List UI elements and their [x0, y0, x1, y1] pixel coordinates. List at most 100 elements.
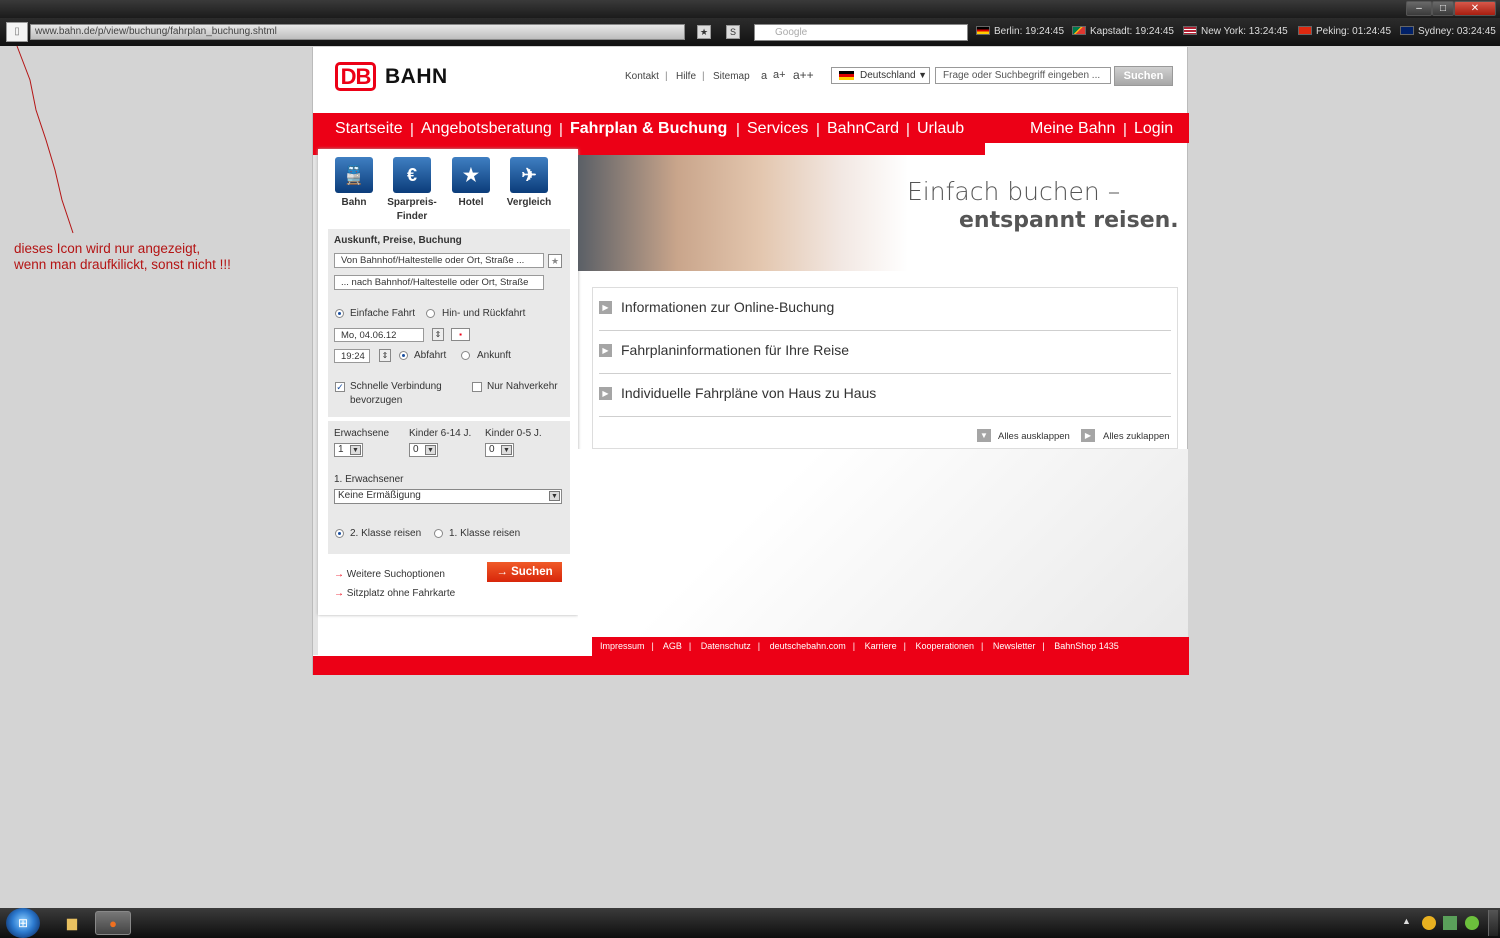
time-input[interactable]: 19:24 — [334, 349, 370, 363]
expand-arrow-icon: ▶ — [599, 387, 612, 400]
bahn-wordmark[interactable]: BAHN — [385, 65, 448, 89]
fast-connection-label-2: bevorzugen — [350, 395, 403, 406]
nav-bahncard[interactable]: BahnCard — [827, 120, 899, 138]
arrival-radio[interactable] — [461, 351, 470, 360]
accordion-item[interactable]: ▶ Fahrplaninformationen für Ihre Reise — [599, 331, 1171, 374]
clock-sydney: Sydney: 03:24:45 — [1400, 26, 1496, 37]
from-input[interactable]: Von Bahnhof/Haltestelle oder Ort, Straße… — [334, 253, 544, 268]
expand-all-link[interactable]: Alles ausklappen — [998, 431, 1070, 442]
minimize-button[interactable]: – — [1406, 1, 1432, 16]
trip-return-radio[interactable] — [426, 309, 435, 318]
discount-select[interactable]: Keine Ermäßigung ▼ — [334, 489, 562, 504]
expand-arrow-icon: ▶ — [599, 344, 612, 357]
url-bar[interactable]: www.bahn.de/p/view/buchung/fahrplan_buch… — [30, 24, 685, 40]
db-logo[interactable]: DB — [335, 62, 376, 91]
booking-search-button[interactable]: → Suchen — [487, 562, 562, 582]
tray-expand-icon[interactable]: ▲ — [1402, 916, 1411, 926]
local-only-checkbox[interactable] — [472, 382, 482, 392]
meta-link-hilfe[interactable]: Hilfe — [676, 71, 696, 82]
firefox-taskbar-icon[interactable]: ● — [95, 911, 131, 935]
product-vergleich[interactable]: ✈ Vergleich — [500, 157, 558, 210]
product-hotel[interactable]: ★ Hotel — [442, 157, 500, 210]
taskbar: ⊞ ▆ ● ▲ — [0, 908, 1500, 938]
main-nav: Startseite | Angebotsberatung | Fahrplan… — [313, 113, 1189, 143]
accordion-item[interactable]: ▶ Informationen zur Online-Buchung — [599, 288, 1171, 331]
clock-label: New York: 13:24:45 — [1201, 26, 1288, 37]
nav-fahrplan-buchung[interactable]: Fahrplan & Buchung — [570, 120, 727, 138]
product-sparpreis[interactable]: € Sparpreis- Finder — [383, 157, 441, 224]
trip-return-label: Hin- und Rückfahrt — [442, 308, 526, 319]
footer-link-kooperationen[interactable]: Kooperationen — [915, 641, 974, 651]
meta-link-sitemap[interactable]: Sitemap — [713, 71, 750, 82]
trip-oneway-radio[interactable] — [335, 309, 344, 318]
date-stepper[interactable]: ⇕ — [432, 328, 444, 341]
nav-services[interactable]: Services — [747, 120, 808, 138]
booking-search-label: Suchen — [511, 566, 553, 578]
tray-app-icon[interactable] — [1422, 916, 1436, 930]
tray-security-icon[interactable] — [1465, 916, 1479, 930]
product-label: Sparpreis- — [387, 197, 437, 208]
kids05-select[interactable]: 0 ▼ — [485, 443, 514, 457]
flag-za-icon — [1072, 26, 1086, 35]
country-select[interactable]: Deutschland ▼ — [831, 67, 930, 84]
favorite-star-icon[interactable]: ★ — [548, 254, 562, 268]
date-input[interactable]: Mo, 04.06.12 — [334, 328, 424, 342]
expand-all-icon[interactable]: ▼ — [977, 429, 991, 442]
clock-label: Kapstadt: 19:24:45 — [1090, 26, 1174, 37]
fast-connection-label: Schnelle Verbindung — [350, 381, 442, 392]
meta-link-kontakt[interactable]: Kontakt — [625, 71, 659, 82]
close-button[interactable]: ✕ — [1454, 1, 1496, 16]
nav-angebotsberatung[interactable]: Angebotsberatung — [421, 120, 552, 138]
google-search-input[interactable]: Google — [754, 24, 968, 41]
class1-radio[interactable] — [434, 529, 443, 538]
accordion-item-label: Informationen zur Online-Buchung — [621, 299, 835, 315]
footer-link-datenschutz[interactable]: Datenschutz — [701, 641, 751, 651]
adults-select[interactable]: 1 ▼ — [334, 443, 363, 457]
nav-meine-bahn[interactable]: Meine Bahn — [1030, 120, 1115, 138]
nav-urlaub[interactable]: Urlaub — [917, 120, 964, 138]
font-size-large[interactable]: a++ — [793, 68, 814, 82]
page-icon[interactable]: ▯ — [6, 22, 28, 42]
footer-link-karriere[interactable]: Karriere — [865, 641, 897, 651]
adults-label: Erwachsene — [334, 428, 390, 439]
maximize-button[interactable]: □ — [1432, 1, 1454, 16]
addon-icon[interactable]: S — [726, 25, 740, 39]
tray-network-icon[interactable] — [1443, 916, 1457, 930]
calendar-icon[interactable]: ▪ — [451, 328, 470, 341]
show-desktop-button[interactable] — [1488, 910, 1498, 936]
start-button[interactable]: ⊞ — [6, 908, 40, 938]
footer-link-impressum[interactable]: Impressum — [600, 641, 645, 651]
content-background — [578, 449, 1188, 637]
explorer-taskbar-icon[interactable]: ▆ — [54, 911, 90, 935]
bookmark-star-icon[interactable]: ★ — [697, 25, 711, 39]
seat-only-link[interactable]: → Sitzplatz ohne Fahrkarte — [334, 588, 455, 599]
class2-radio[interactable] — [335, 529, 344, 538]
font-size-small[interactable]: a — [761, 70, 767, 82]
footer-link-deutschebahn[interactable]: deutschebahn.com — [770, 641, 846, 651]
time-stepper[interactable]: ⇕ — [379, 349, 391, 362]
collapse-all-icon[interactable]: ▶ — [1081, 429, 1095, 442]
departure-radio[interactable] — [399, 351, 408, 360]
chevron-down-icon: ▼ — [425, 445, 436, 455]
footer-links: Impressum | AGB | Datenschutz | deutschebah… — [592, 637, 1189, 656]
nav-startseite[interactable]: Startseite — [335, 120, 403, 138]
fast-connection-checkbox[interactable]: ✓ — [335, 382, 345, 392]
accordion-item-label: Fahrplaninformationen für Ihre Reise — [621, 342, 850, 358]
footer-separator: | — [757, 641, 761, 651]
footer-link-bahnshop[interactable]: BahnShop 1435 — [1054, 641, 1119, 651]
collapse-all-link[interactable]: Alles zuklappen — [1103, 431, 1170, 442]
to-input[interactable]: ... nach Bahnhof/Haltestelle oder Ort, S… — [334, 275, 544, 290]
more-options-link[interactable]: → Weitere Suchoptionen — [334, 569, 445, 580]
site-search-button[interactable]: Suchen — [1114, 66, 1173, 86]
site-search-input[interactable]: Frage oder Suchbegriff eingeben ... — [935, 67, 1111, 84]
nav-login[interactable]: Login — [1134, 120, 1173, 138]
footer-link-agb[interactable]: AGB — [663, 641, 682, 651]
clock-label: Berlin: 19:24:45 — [994, 26, 1065, 37]
nav-separator: | — [559, 121, 563, 138]
product-bahn[interactable]: 🚆 Bahn — [325, 157, 383, 210]
kids614-select[interactable]: 0 ▼ — [409, 443, 438, 457]
font-size-medium[interactable]: a+ — [773, 69, 786, 81]
footer-link-newsletter[interactable]: Newsletter — [993, 641, 1036, 651]
accordion-item[interactable]: ▶ Individuelle Fahrpläne von Haus zu Hau… — [599, 374, 1171, 417]
clock-newyork: New York: 13:24:45 — [1183, 26, 1288, 37]
